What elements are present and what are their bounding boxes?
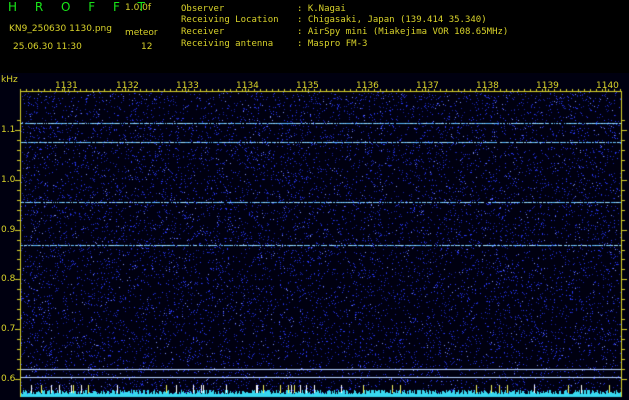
x-tick-label: 1132: [116, 81, 139, 91]
receiver-key: Receiver: [181, 27, 225, 37]
x-tick-label: 1133: [176, 81, 199, 91]
spectrogram-canvas: [0, 73, 629, 400]
x-tick-label: 1137: [416, 81, 439, 91]
x-tick-label: 1136: [356, 81, 379, 91]
datetime-label: 25.06.30 11:30: [13, 42, 82, 52]
y-unit-label: kHz: [1, 75, 18, 85]
antenna-value: : Maspro FM-3: [297, 39, 368, 49]
count-label: 12: [141, 42, 153, 52]
x-tick-label: 1138: [476, 81, 499, 91]
y-tick-label: 0.9: [1, 225, 16, 235]
receiver-value: : AirSpy mini (Miakejima VOR 108.65MHz): [297, 27, 509, 37]
y-tick-label: 0.6: [1, 374, 16, 384]
x-tick-label: 1140: [596, 81, 619, 91]
observer-key: Observer: [181, 4, 225, 14]
header-panel: H R O F F T 1.0.0f KN9_250630 1130.png m…: [0, 0, 629, 73]
y-tick-label: 0.7: [1, 324, 16, 334]
observer-value: : K.Nagai: [297, 4, 346, 14]
x-tick-label: 1139: [536, 81, 559, 91]
location-key: Receiving Location: [181, 15, 279, 25]
x-tick-label: 1131: [55, 81, 78, 91]
filename-label: KN9_250630 1130.png: [9, 24, 112, 34]
y-tick-label: 1.0: [1, 175, 16, 185]
x-tick-label: 1135: [296, 81, 319, 91]
antenna-key: Receiving antenna: [181, 39, 274, 49]
x-tick-label: 1134: [236, 81, 259, 91]
y-tick-label: 1.1: [1, 125, 16, 135]
location-value: : Chigasaki, Japan (139.414 35.340): [297, 15, 487, 25]
y-tick-label: 0.8: [1, 274, 16, 284]
mode-label: meteor: [125, 28, 158, 38]
version-label: 1.0.0f: [125, 3, 152, 13]
spectrogram-area: kHz 1131 1132 1133 1134 1135 1136 1137 1…: [0, 73, 629, 400]
